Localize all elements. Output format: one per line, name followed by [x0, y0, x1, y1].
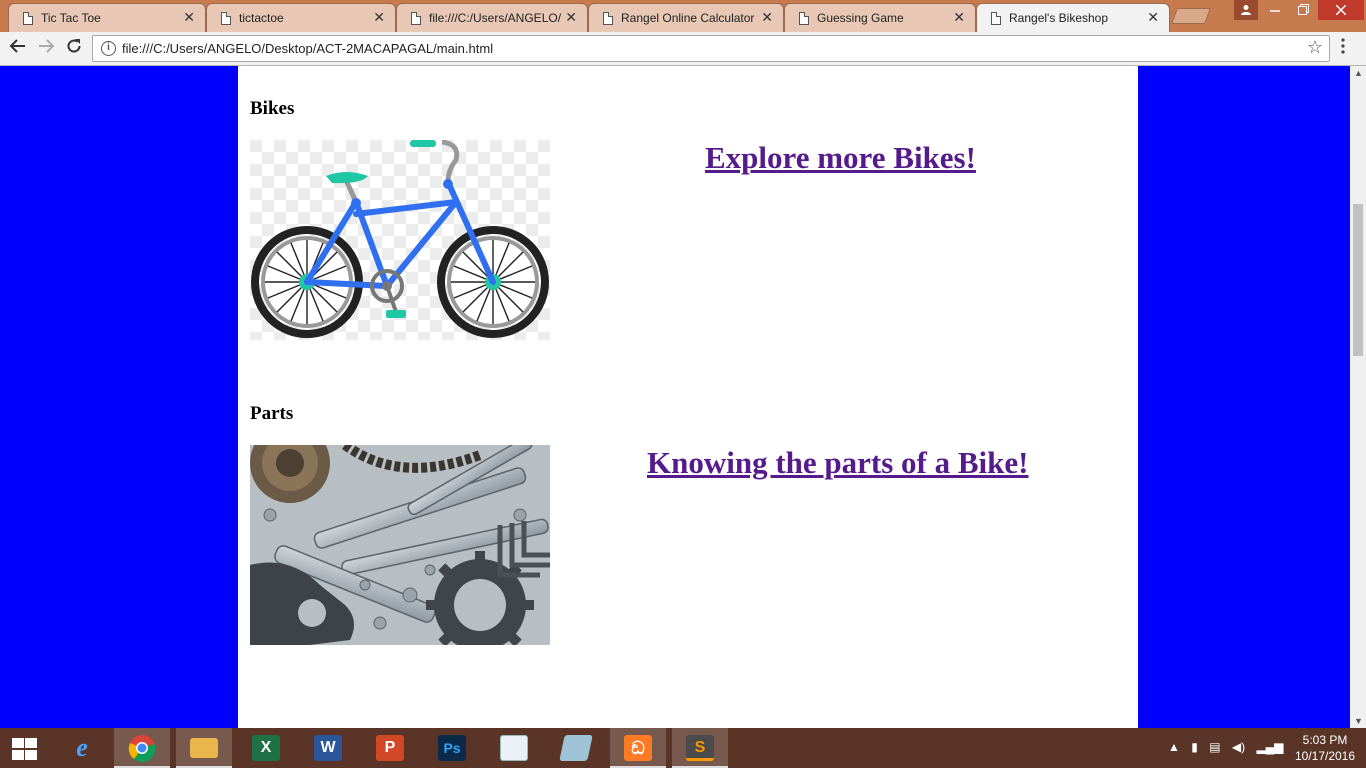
tab-guessing-game[interactable]: Guessing Game ✕	[784, 3, 976, 32]
tab-title: Rangel's Bikeshop	[1009, 11, 1109, 25]
mysql-installer-icon[interactable]	[486, 728, 542, 768]
content-container: Bikes Explore more Bikes! Parts Knowing …	[238, 66, 1138, 728]
powerpoint-icon[interactable]: P	[362, 728, 418, 768]
close-tab-icon[interactable]: ✕	[373, 9, 385, 25]
bicycle-image[interactable]	[250, 140, 550, 340]
url-text[interactable]: file:///C:/Users/ANGELO/Desktop/ACT-2MAC…	[122, 41, 493, 56]
taskbar-clock[interactable]: 5:03 PM 10/17/2016	[1292, 732, 1358, 764]
file-explorer-icon[interactable]	[176, 728, 232, 768]
close-tab-icon[interactable]: ✕	[183, 9, 195, 25]
signal-icon[interactable]: ▂▄▆	[1256, 740, 1283, 754]
address-bar[interactable]: i file:///C:/Users/ANGELO/Desktop/ACT-2M…	[92, 35, 1330, 62]
clock-date: 10/17/2016	[1294, 749, 1356, 763]
tab-file-path[interactable]: file:///C:/Users/ANGELO/ ✕	[396, 3, 588, 32]
close-tab-icon[interactable]: ✕	[953, 9, 965, 25]
profile-icon[interactable]	[1234, 0, 1258, 20]
tab-bikeshop[interactable]: Rangel's Bikeshop ✕	[976, 3, 1170, 32]
section-heading-bikes: Bikes	[250, 98, 295, 119]
photoshop-icon[interactable]: Ps	[424, 728, 480, 768]
close-tab-icon[interactable]: ✕	[565, 9, 577, 25]
page-icon	[221, 12, 231, 25]
notes-icon[interactable]	[548, 728, 604, 768]
chrome-icon[interactable]	[114, 728, 170, 768]
close-window-icon[interactable]	[1318, 0, 1364, 20]
close-tab-icon[interactable]: ✕	[1147, 9, 1159, 25]
tab-title: Tic Tac Toe	[41, 11, 101, 25]
page-icon	[411, 12, 421, 25]
reload-icon[interactable]	[63, 37, 85, 59]
tab-title: Guessing Game	[817, 11, 904, 25]
tab-tic-tac-toe[interactable]: Tic Tac Toe ✕	[8, 3, 206, 32]
forward-arrow-icon[interactable]	[35, 37, 57, 59]
tab-title: file:///C:/Users/ANGELO/	[429, 11, 562, 25]
new-tab-button[interactable]	[1171, 8, 1211, 24]
close-tab-icon[interactable]: ✕	[761, 9, 773, 25]
windows-start-icon[interactable]	[8, 736, 38, 760]
page-icon	[799, 12, 809, 25]
network-icon[interactable]: ▤	[1209, 740, 1220, 754]
tab-calculator[interactable]: Rangel Online Calculator ✕	[588, 3, 784, 32]
info-icon[interactable]: i	[101, 41, 116, 56]
scroll-up-arrow-icon[interactable]: ▲	[1354, 68, 1363, 78]
internet-explorer-icon[interactable]: e	[54, 728, 110, 768]
tab-title: Rangel Online Calculator	[621, 11, 755, 25]
vertical-scrollbar[interactable]: ▲ ▼	[1350, 66, 1366, 728]
sublime-text-icon[interactable]: S	[672, 728, 728, 768]
bike-parts-link[interactable]: Knowing the parts of a Bike!	[647, 445, 1029, 481]
excel-icon[interactable]: X	[238, 728, 294, 768]
explore-bikes-link[interactable]: Explore more Bikes!	[705, 140, 976, 176]
volume-icon[interactable]: ◀)	[1232, 740, 1245, 754]
bike-parts-image[interactable]	[250, 445, 550, 645]
section-heading-parts: Parts	[250, 403, 294, 424]
page-viewport: Bikes Explore more Bikes! Parts Knowing …	[0, 66, 1350, 728]
scrollbar-thumb[interactable]	[1353, 204, 1363, 356]
minimize-icon[interactable]	[1262, 0, 1288, 20]
bookmark-star-icon[interactable]: ☆	[1307, 37, 1323, 58]
battery-icon[interactable]: ▮	[1191, 740, 1198, 754]
back-arrow-icon[interactable]	[7, 37, 29, 59]
word-icon[interactable]: W	[300, 728, 356, 768]
page-icon	[991, 12, 1001, 25]
browser-toolbar: i file:///C:/Users/ANGELO/Desktop/ACT-2M…	[0, 32, 1366, 66]
system-tray: ▲ ▮ ▤ ◀) ▂▄▆	[1168, 740, 1291, 754]
page-icon	[23, 12, 33, 25]
xampp-icon[interactable]: ඞ	[610, 728, 666, 768]
tab-tictactoe[interactable]: tictactoe ✕	[206, 3, 396, 32]
clock-time: 5:03 PM	[1302, 733, 1348, 747]
windows-taskbar: e X W P Ps ඞ S ▲ ▮ ▤ ◀) ▂▄▆ 5:03 PM 10/1…	[0, 728, 1366, 768]
tab-strip: Tic Tac Toe ✕ tictactoe ✕ file:///C:/Use…	[0, 0, 1366, 32]
tab-title: tictactoe	[239, 11, 284, 25]
restore-icon[interactable]	[1290, 0, 1316, 20]
show-hidden-icons-icon[interactable]: ▲	[1168, 740, 1180, 754]
page-icon	[603, 12, 613, 25]
scroll-down-arrow-icon[interactable]: ▼	[1354, 716, 1363, 726]
menu-icon[interactable]	[1341, 38, 1345, 59]
